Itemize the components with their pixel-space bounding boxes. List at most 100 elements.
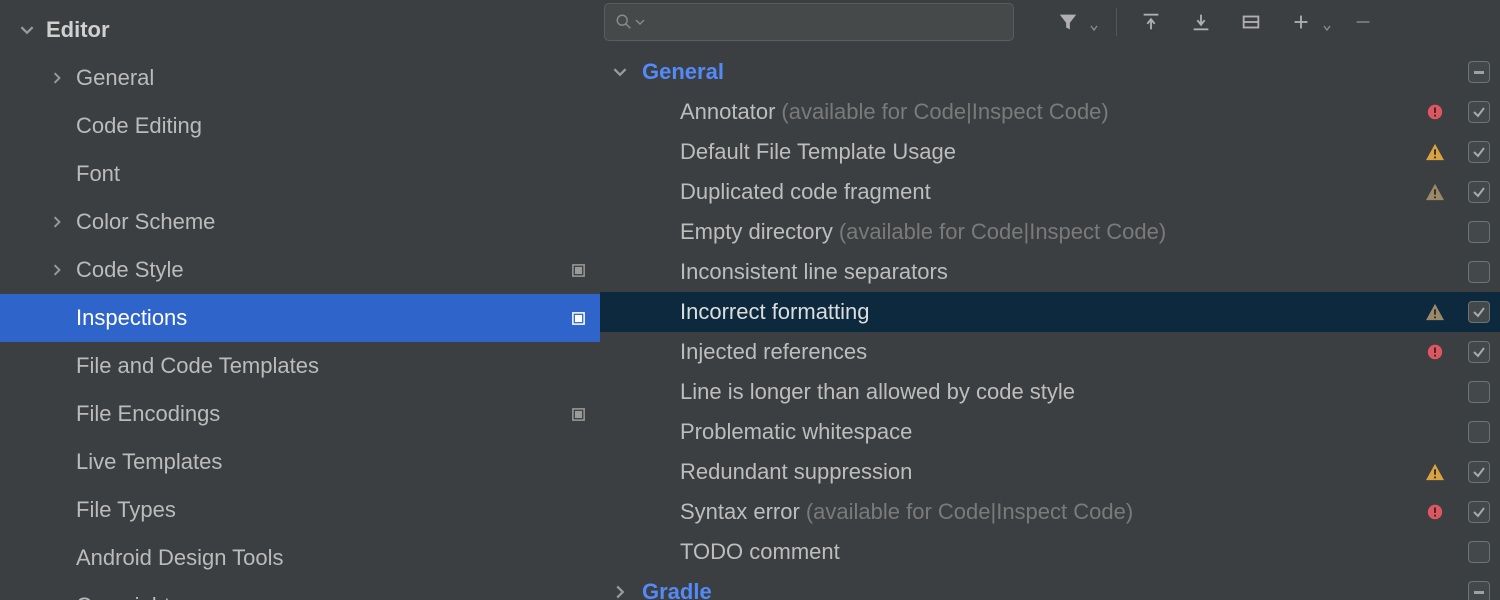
inspection-label: Injected references (680, 339, 867, 365)
inspection-row[interactable]: TODO comment (600, 532, 1500, 572)
inspection-tree: General Annotator(available for Code|Insp… (600, 52, 1500, 600)
chevron-right-icon (48, 69, 66, 87)
sidebar-item-copyright[interactable]: Copyright (0, 582, 600, 600)
category-label: Gradle (642, 579, 712, 600)
inspection-row[interactable]: Injected references (600, 332, 1500, 372)
warning-icon (1424, 141, 1446, 163)
settings-sidebar: Editor General Code EditingFont Color Sche… (0, 0, 600, 600)
sidebar-item-general[interactable]: General (0, 54, 600, 102)
sidebar-item-live-templates[interactable]: Live Templates (0, 438, 600, 486)
sidebar-item-code-editing[interactable]: Code Editing (0, 102, 600, 150)
sidebar-item-file-types[interactable]: File Types (0, 486, 600, 534)
add-button[interactable] (1279, 4, 1323, 40)
inspection-row[interactable]: Inconsistent line separators (600, 252, 1500, 292)
sidebar-item-label: Copyright (76, 593, 586, 600)
sidebar-item-label: File and Code Templates (76, 353, 586, 379)
inspection-row[interactable]: Syntax error(available for Code|Inspect … (600, 492, 1500, 532)
chevron-down-icon (1323, 11, 1331, 33)
spacer (48, 549, 66, 567)
spacer (1424, 381, 1446, 403)
inspection-label: Line is longer than allowed by code styl… (680, 379, 1075, 405)
checkbox[interactable] (1468, 541, 1490, 563)
checkbox-mixed[interactable] (1468, 581, 1490, 600)
spacer (48, 405, 66, 423)
search-input[interactable] (647, 11, 1003, 34)
sidebar-item-label: Android Design Tools (76, 545, 586, 571)
scheme-icon (570, 262, 586, 278)
filter-button[interactable] (1046, 4, 1090, 40)
collapse-all-button[interactable] (1179, 4, 1223, 40)
inspection-label: Empty directory (680, 219, 833, 245)
sidebar-item-code-style[interactable]: Code Style (0, 246, 600, 294)
error-icon (1424, 341, 1446, 363)
spacer (48, 117, 66, 135)
checkbox[interactable] (1468, 181, 1490, 203)
chevron-down-icon (610, 62, 630, 82)
sidebar-item-label: Inspections (76, 305, 562, 331)
checkbox[interactable] (1468, 381, 1490, 403)
inspection-label: Incorrect formatting (680, 299, 870, 325)
category-general[interactable]: General (600, 52, 1500, 92)
weak-icon (1424, 301, 1446, 323)
error-icon (1424, 101, 1446, 123)
checkbox[interactable] (1468, 421, 1490, 443)
checkbox-mixed[interactable] (1468, 61, 1490, 83)
chevron-right-icon (48, 213, 66, 231)
scheme-icon (570, 406, 586, 422)
inspection-row[interactable]: Duplicated code fragment (600, 172, 1500, 212)
remove-button[interactable] (1341, 4, 1385, 40)
checkbox[interactable] (1468, 141, 1490, 163)
inspection-note: (available for Code|Inspect Code) (781, 99, 1108, 125)
sidebar-item-color-scheme[interactable]: Color Scheme (0, 198, 600, 246)
sidebar-item-label: Live Templates (76, 449, 586, 475)
sidebar-item-label: File Types (76, 497, 586, 523)
inspection-note: (available for Code|Inspect Code) (839, 219, 1166, 245)
sidebar-section-label: Editor (46, 17, 586, 43)
checkbox[interactable] (1468, 101, 1490, 123)
sidebar-item-font[interactable]: Font (0, 150, 600, 198)
sidebar-item-file-encodings[interactable]: File Encodings (0, 390, 600, 438)
inspection-row[interactable]: Empty directory(available for Code|Inspe… (600, 212, 1500, 252)
warning-icon (1424, 461, 1446, 483)
chevron-right-icon (610, 582, 630, 600)
spacer (48, 453, 66, 471)
inspection-note: (available for Code|Inspect Code) (806, 499, 1133, 525)
sidebar-item-inspections[interactable]: Inspections (0, 294, 600, 342)
inspection-label: Default File Template Usage (680, 139, 956, 165)
sidebar-item-android-design-tools[interactable]: Android Design Tools (0, 534, 600, 582)
inspection-row[interactable]: Annotator(available for Code|Inspect Cod… (600, 92, 1500, 132)
group-by-button[interactable] (1229, 4, 1273, 40)
spacer (1424, 221, 1446, 243)
expand-all-button[interactable] (1129, 4, 1173, 40)
inspection-row[interactable]: Incorrect formatting (600, 292, 1500, 332)
checkbox[interactable] (1468, 261, 1490, 283)
sidebar-item-file-and-code-templates[interactable]: File and Code Templates (0, 342, 600, 390)
category-gradle[interactable]: Gradle (600, 572, 1500, 600)
checkbox[interactable] (1468, 501, 1490, 523)
sidebar-item-label: Code Style (76, 257, 562, 283)
separator (1116, 8, 1117, 36)
inspection-row[interactable]: Redundant suppression (600, 452, 1500, 492)
chevron-right-icon (48, 261, 66, 279)
checkbox[interactable] (1468, 341, 1490, 363)
search-box[interactable] (604, 3, 1014, 41)
checkbox[interactable] (1468, 221, 1490, 243)
spacer (1424, 541, 1446, 563)
inspection-row[interactable]: Default File Template Usage (600, 132, 1500, 172)
category-label: General (642, 59, 724, 85)
inspection-row[interactable]: Line is longer than allowed by code styl… (600, 372, 1500, 412)
sidebar-item-label: Color Scheme (76, 209, 586, 235)
scheme-icon (570, 310, 586, 326)
inspection-label: Duplicated code fragment (680, 179, 931, 205)
spacer (48, 309, 66, 327)
inspection-row[interactable]: Problematic whitespace (600, 412, 1500, 452)
inspections-toolbar (600, 0, 1500, 52)
checkbox[interactable] (1468, 301, 1490, 323)
sidebar-item-label: General (76, 65, 586, 91)
inspection-label: TODO comment (680, 539, 840, 565)
inspection-label: Problematic whitespace (680, 419, 912, 445)
checkbox[interactable] (1468, 461, 1490, 483)
spacer (1424, 261, 1446, 283)
error-icon (1424, 501, 1446, 523)
sidebar-section-editor[interactable]: Editor (0, 6, 600, 54)
